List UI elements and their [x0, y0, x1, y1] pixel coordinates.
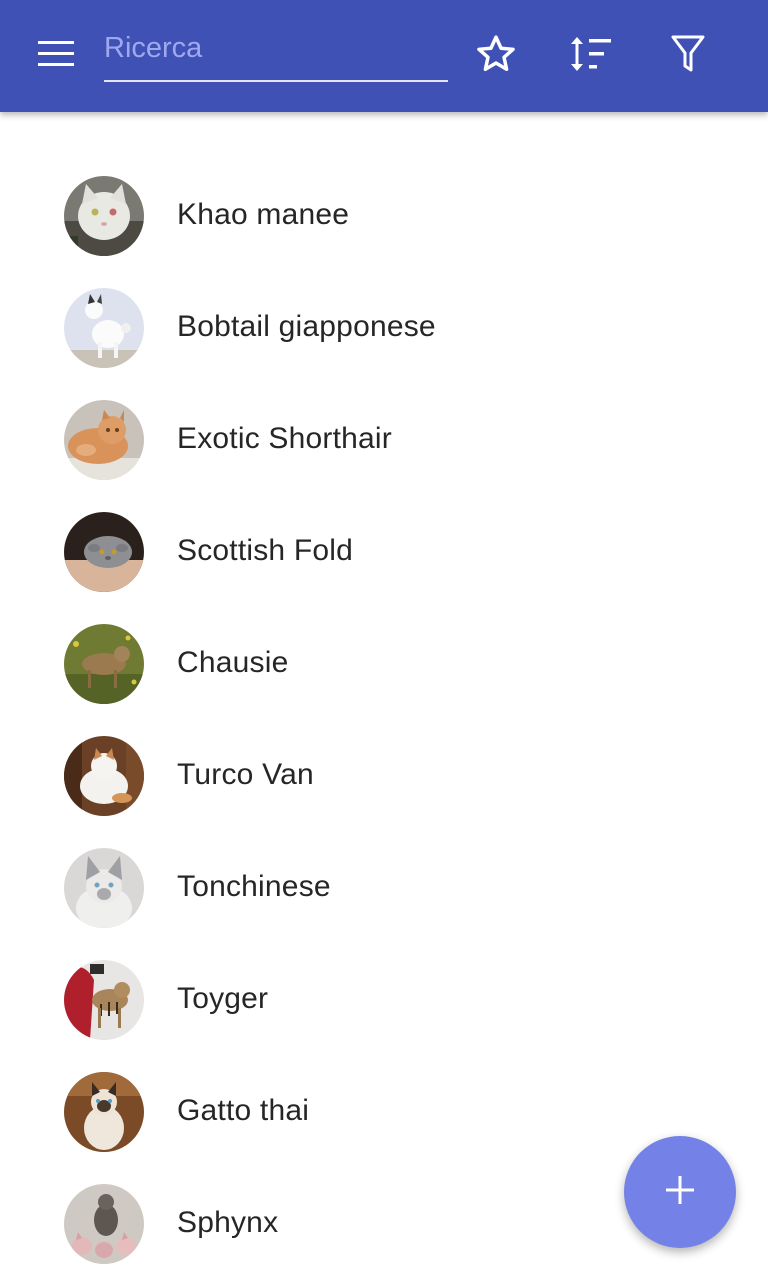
filter-button[interactable]: [660, 28, 716, 84]
breed-list: Khao manee Bobtail giapponese Exotic Sho…: [0, 160, 768, 1280]
breed-name: Sphynx: [177, 1206, 279, 1239]
search-input[interactable]: [104, 28, 444, 68]
cat-avatar: [64, 960, 144, 1040]
menu-icon: [38, 40, 74, 72]
breed-name: Khao manee: [177, 198, 350, 231]
list-item[interactable]: Exotic Shorthair: [0, 384, 768, 496]
cat-avatar: [64, 736, 144, 816]
search-field: [104, 24, 448, 82]
menu-button[interactable]: [24, 28, 88, 84]
list-item[interactable]: Toyger: [0, 944, 768, 1056]
list-item[interactable]: Chausie: [0, 608, 768, 720]
list-item[interactable]: Khao manee: [0, 160, 768, 272]
sort-button[interactable]: [563, 28, 619, 84]
list-item[interactable]: Tonchinese: [0, 832, 768, 944]
cat-avatar: [64, 512, 144, 592]
breed-name: Tonchinese: [177, 870, 331, 903]
favorites-button[interactable]: [468, 28, 524, 84]
breed-name: Bobtail giapponese: [177, 310, 436, 343]
list-item[interactable]: Scottish Fold: [0, 496, 768, 608]
breed-name: Gatto thai: [177, 1094, 310, 1127]
filter-icon: [671, 35, 705, 78]
breed-name: Exotic Shorthair: [177, 422, 392, 455]
star-outline-icon: [475, 34, 517, 79]
cat-avatar: [64, 176, 144, 256]
cat-avatar: [64, 848, 144, 928]
cat-avatar: [64, 1184, 144, 1264]
list-item[interactable]: Bobtail giapponese: [0, 272, 768, 384]
cat-avatar: [64, 624, 144, 704]
breed-name: Scottish Fold: [177, 534, 354, 567]
breed-name: Turco Van: [177, 758, 314, 791]
cat-avatar: [64, 1072, 144, 1152]
list-item[interactable]: Turco Van: [0, 720, 768, 832]
app-bar: [0, 0, 768, 112]
add-button[interactable]: [624, 1136, 736, 1248]
sort-icon: [569, 35, 613, 78]
cat-avatar: [64, 288, 144, 368]
plus-icon: [664, 1174, 696, 1211]
breed-name: Toyger: [177, 982, 269, 1015]
cat-avatar: [64, 400, 144, 480]
breed-name: Chausie: [177, 646, 289, 679]
